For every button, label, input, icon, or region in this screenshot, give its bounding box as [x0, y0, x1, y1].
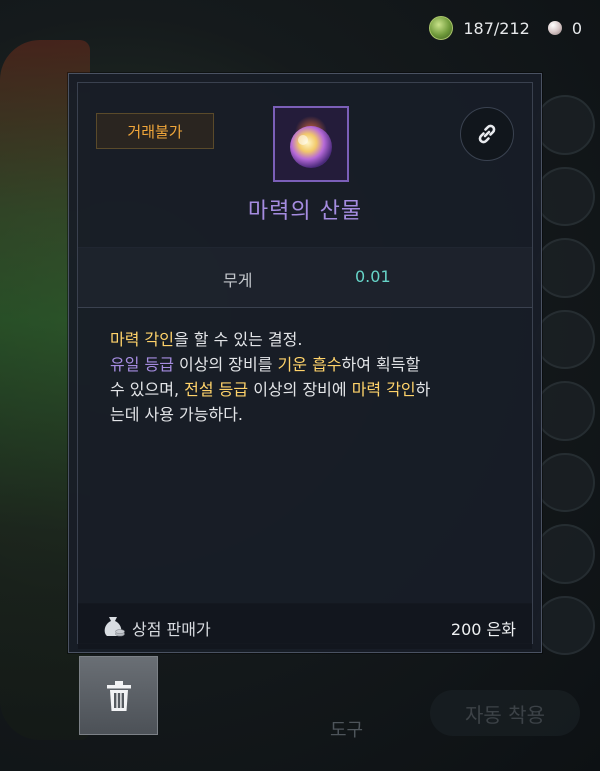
description-line: 마력 각인을 할 수 있는 결정.: [110, 327, 520, 352]
divider: [78, 307, 532, 308]
description-text: 이상의 장비에: [248, 380, 352, 399]
item-tooltip: 거래불가 마력의 산물 무게 0.01 마력 각인을 할 수 있는 결정. 유일…: [68, 73, 542, 653]
description-highlight: 유일 등급: [110, 355, 174, 374]
description-highlight: 기운 흡수: [277, 355, 342, 374]
weight-value: 0.01: [355, 267, 391, 286]
pearl-icon: [547, 21, 562, 35]
green-orb-icon: [429, 16, 454, 40]
description-text: 수 있으며,: [110, 380, 185, 399]
magic-orb-icon: [290, 116, 332, 168]
background-slot: [535, 524, 595, 584]
tool-label: 도구: [330, 720, 364, 741]
description-text: 하여 획득할: [341, 355, 421, 374]
pearl-count: 0: [571, 18, 582, 38]
description-line: 유일 등급 이상의 장비를 기운 흡수하여 획득할: [110, 352, 520, 377]
description-highlight: 전설 등급: [184, 380, 249, 399]
item-description: 마력 각인을 할 수 있는 결정. 유일 등급 이상의 장비를 기운 흡수하여 …: [110, 327, 520, 427]
discard-button[interactable]: [79, 656, 158, 735]
weight-label: 무게: [223, 271, 253, 290]
link-icon: [478, 124, 496, 144]
description-text: 이상의 장비를: [173, 355, 278, 374]
description-text: 하: [415, 380, 431, 399]
money-bag-icon: [104, 617, 125, 637]
background-slot: [535, 381, 595, 441]
weight-stat-row: 무게 0.01: [78, 247, 532, 307]
currency-bar: 187/212 0: [429, 16, 582, 40]
tooltip-inner: 거래불가 마력의 산물 무게 0.01 마력 각인을 할 수 있는 결정. 유일…: [77, 82, 533, 649]
inventory-count: 187/212: [463, 18, 530, 38]
description-highlight: 마력 각인: [110, 330, 174, 349]
item-icon-frame: [273, 106, 349, 182]
untradeable-badge: 거래불가: [96, 113, 214, 149]
description-text: 는데 사용 가능하다.: [110, 405, 244, 424]
price-value: 200 은화: [450, 620, 516, 639]
background-slot: [535, 95, 595, 155]
trash-icon: [106, 680, 131, 711]
auto-equip-label: 자동 착용: [465, 702, 545, 727]
background-slot: [535, 595, 595, 655]
auto-equip-button[interactable]: 자동 착용: [430, 690, 580, 736]
badge-label: 거래불가: [127, 122, 183, 141]
description-highlight: 마력 각인: [351, 380, 416, 399]
description-line: 는데 사용 가능하다.: [110, 402, 520, 427]
price-label: 상점 판매가: [132, 620, 211, 639]
description-text: 을 할 수 있는 결정.: [173, 330, 303, 349]
background-slot: [535, 166, 595, 226]
background-slot: [535, 238, 595, 298]
description-line: 수 있으며, 전설 등급 이상의 장비에 마력 각인하: [110, 377, 520, 402]
background-slot: [535, 452, 595, 512]
link-button[interactable]: [460, 107, 514, 161]
background-slot: [535, 309, 595, 369]
item-name: 마력의 산물: [247, 199, 363, 224]
shop-price-row: 상점 판매가 200 은화: [78, 603, 532, 649]
